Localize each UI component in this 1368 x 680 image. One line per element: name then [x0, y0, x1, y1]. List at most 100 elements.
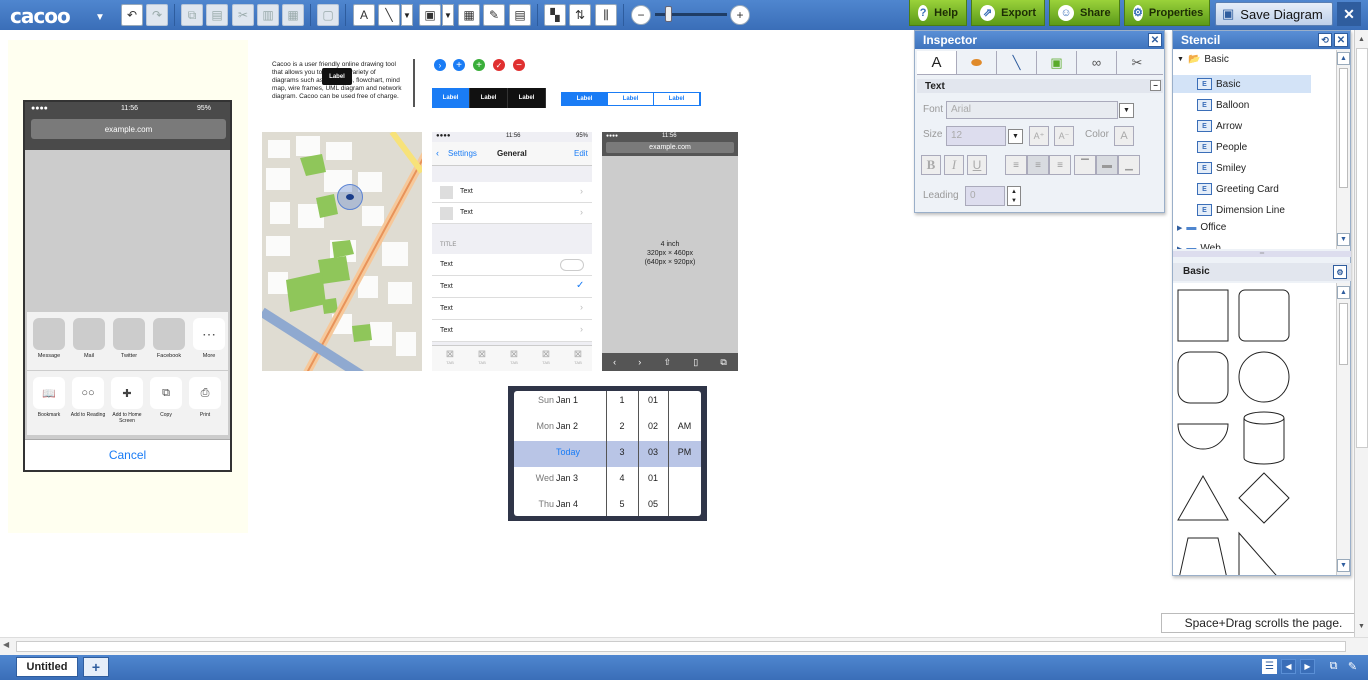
export-button[interactable]: ⇗ Export: [971, 0, 1045, 26]
stencil-item[interactable]: E People: [1197, 138, 1335, 156]
font-select[interactable]: Arial: [946, 101, 1118, 119]
group-icon[interactable]: ▚: [544, 4, 566, 26]
back-arrow-icon[interactable]: ‹: [613, 357, 616, 367]
canvas-horizontal-scrollbar[interactable]: ◀: [0, 637, 1368, 655]
page-tab-untitled[interactable]: Untitled: [16, 657, 78, 677]
segment-1[interactable]: Label: [432, 88, 470, 108]
picker-cell[interactable]: Today: [552, 447, 604, 463]
segment-1[interactable]: Label: [562, 93, 608, 105]
app-icon[interactable]: [153, 318, 185, 350]
segment-3[interactable]: Label: [508, 88, 546, 108]
table-row[interactable]: Text ✓: [432, 276, 592, 298]
prev-page-icon[interactable]: ◀: [1281, 659, 1296, 674]
settings-phone-mockup[interactable]: ●●●● 11:56 95% ‹ Settings General Edit T…: [432, 132, 592, 371]
scroll-down-icon[interactable]: ▼: [1337, 233, 1350, 246]
stencil-item[interactable]: E Dimension Line: [1197, 201, 1335, 219]
scroll-thumb[interactable]: [1339, 303, 1348, 365]
close-icon[interactable]: ✕: [1334, 33, 1348, 47]
forward-arrow-icon[interactable]: ›: [638, 357, 641, 367]
picker-cell[interactable]: 05: [638, 499, 668, 515]
stencil-item[interactable]: E Greeting Card: [1197, 180, 1335, 198]
stencil-folder[interactable]: ▶ ▬ Office: [1177, 222, 1226, 233]
logo-menu-icon[interactable]: ▼: [95, 12, 105, 23]
bold-icon[interactable]: B: [921, 155, 941, 175]
picker-cell[interactable]: 3: [606, 447, 638, 463]
back-chevron-icon[interactable]: ‹: [436, 148, 439, 158]
page-list-icon[interactable]: ☰: [1262, 659, 1277, 674]
table-row[interactable]: Text ›: [432, 298, 592, 320]
picker-cell[interactable]: 01: [638, 473, 668, 489]
arrow-right-circle-icon[interactable]: ›: [434, 59, 446, 71]
align-center-icon[interactable]: ≡: [1027, 155, 1049, 175]
scroll-thumb[interactable]: [1339, 68, 1348, 188]
stencil-header[interactable]: Stencil ⟲ ✕: [1173, 31, 1350, 49]
table-tool-icon[interactable]: ▦: [458, 4, 480, 26]
map-mockup[interactable]: [262, 132, 422, 371]
segment-2[interactable]: Label: [470, 88, 508, 108]
line-tool-icon[interactable]: ╲: [378, 4, 400, 26]
picker-cell[interactable]: Jan 1: [552, 395, 604, 411]
library-scrollbar[interactable]: ▲ ▼: [1336, 283, 1350, 575]
tab-item[interactable]: ⊠ TAB: [440, 349, 460, 365]
clipboard-icon[interactable]: ▦: [282, 4, 304, 26]
paste-icon[interactable]: ▤: [206, 4, 228, 26]
tabs-icon[interactable]: ⧉: [720, 357, 726, 368]
scroll-up-icon[interactable]: ▲: [1337, 52, 1350, 65]
picker-cell[interactable]: 01: [638, 395, 668, 411]
scroll-thumb[interactable]: [16, 641, 1346, 652]
bookmark-icon[interactable]: 📖: [33, 377, 65, 409]
date-picker-mockup[interactable]: Sun Jan 1 1 01 Mon Jan 2 2 02 AM Today 3 03 PM Wed Jan…: [508, 386, 707, 521]
add-blue-circle-icon[interactable]: +: [453, 59, 465, 71]
picker-cell[interactable]: 02: [638, 421, 668, 437]
picker-cell[interactable]: [668, 395, 701, 411]
table-row[interactable]: Text ›: [432, 203, 592, 224]
layers-icon[interactable]: ⧉: [1326, 659, 1341, 674]
url-bar[interactable]: example.com: [606, 142, 734, 153]
inspector-panel[interactable]: Inspector ✕ A ⬬ ╲ ▣ ∞ ✂ Text − Font Aria…: [914, 30, 1165, 213]
picker-cell[interactable]: 03: [638, 447, 668, 463]
font-dropdown-icon[interactable]: ▼: [1119, 103, 1134, 118]
align-right-icon[interactable]: ≡: [1049, 155, 1071, 175]
zoom-in-icon[interactable]: +: [730, 5, 750, 25]
picker-cell[interactable]: AM: [668, 421, 701, 437]
leading-input[interactable]: 0: [965, 186, 1005, 206]
scroll-down-icon[interactable]: ▼: [1355, 620, 1368, 633]
decrease-font-icon[interactable]: A⁻: [1054, 126, 1074, 146]
table-row[interactable]: Text ›: [432, 182, 592, 203]
close-editor-button[interactable]: ✕: [1337, 2, 1361, 26]
paste-special-icon[interactable]: ▥: [257, 4, 279, 26]
tooltip-label[interactable]: Label: [322, 68, 352, 85]
tab-tools[interactable]: ✂: [1117, 51, 1157, 74]
reading-glasses-icon[interactable]: ○○: [72, 377, 104, 409]
save-diagram-button[interactable]: ▣ Save Diagram: [1215, 2, 1333, 26]
leading-stepper[interactable]: ▲ ▼: [1007, 186, 1021, 206]
stencil-item[interactable]: E Smiley: [1197, 159, 1335, 177]
app-icon[interactable]: [113, 318, 145, 350]
valign-middle-icon[interactable]: ▬: [1096, 155, 1118, 175]
app-icon[interactable]: [33, 318, 65, 350]
tab-shadow[interactable]: ▣: [1037, 51, 1077, 74]
picker-cell[interactable]: 2: [606, 421, 638, 437]
zoom-out-icon[interactable]: −: [631, 5, 651, 25]
stencil-item[interactable]: E Balloon: [1197, 96, 1335, 114]
comment-icon[interactable]: ▢: [317, 4, 339, 26]
copy-icon[interactable]: ⧉: [150, 377, 182, 409]
stencil-panel[interactable]: Stencil ⟲ ✕ ▼ 📂 Basic E Basic E Balloon E Arrow…: [1172, 30, 1351, 576]
shape-tool-icon[interactable]: ▣: [419, 4, 441, 26]
app-icon[interactable]: [73, 318, 105, 350]
pin-icon[interactable]: ✎: [1345, 659, 1360, 674]
browser-phone-mockup[interactable]: ●●●● 11:56 example.com 4 inch 320px × 46…: [602, 132, 738, 371]
share-icon[interactable]: ⇧: [664, 357, 672, 368]
add-home-icon[interactable]: ✚: [111, 377, 143, 409]
help-button[interactable]: ? Help: [909, 0, 967, 26]
tab-item[interactable]: ⊠ TAB: [568, 349, 588, 365]
line-dropdown-icon[interactable]: ▼: [401, 4, 413, 26]
table-row[interactable]: Text: [432, 254, 592, 276]
scroll-left-icon[interactable]: ◀: [3, 640, 9, 649]
valign-bottom-icon[interactable]: ▁: [1118, 155, 1140, 175]
text-color-icon[interactable]: A: [1114, 126, 1134, 146]
zoom-slider-knob[interactable]: [665, 6, 672, 22]
note-tool-icon[interactable]: ▤: [509, 4, 531, 26]
properties-button[interactable]: ⚙ Properties: [1124, 0, 1210, 26]
splitter-handle[interactable]: ═: [1173, 251, 1351, 257]
